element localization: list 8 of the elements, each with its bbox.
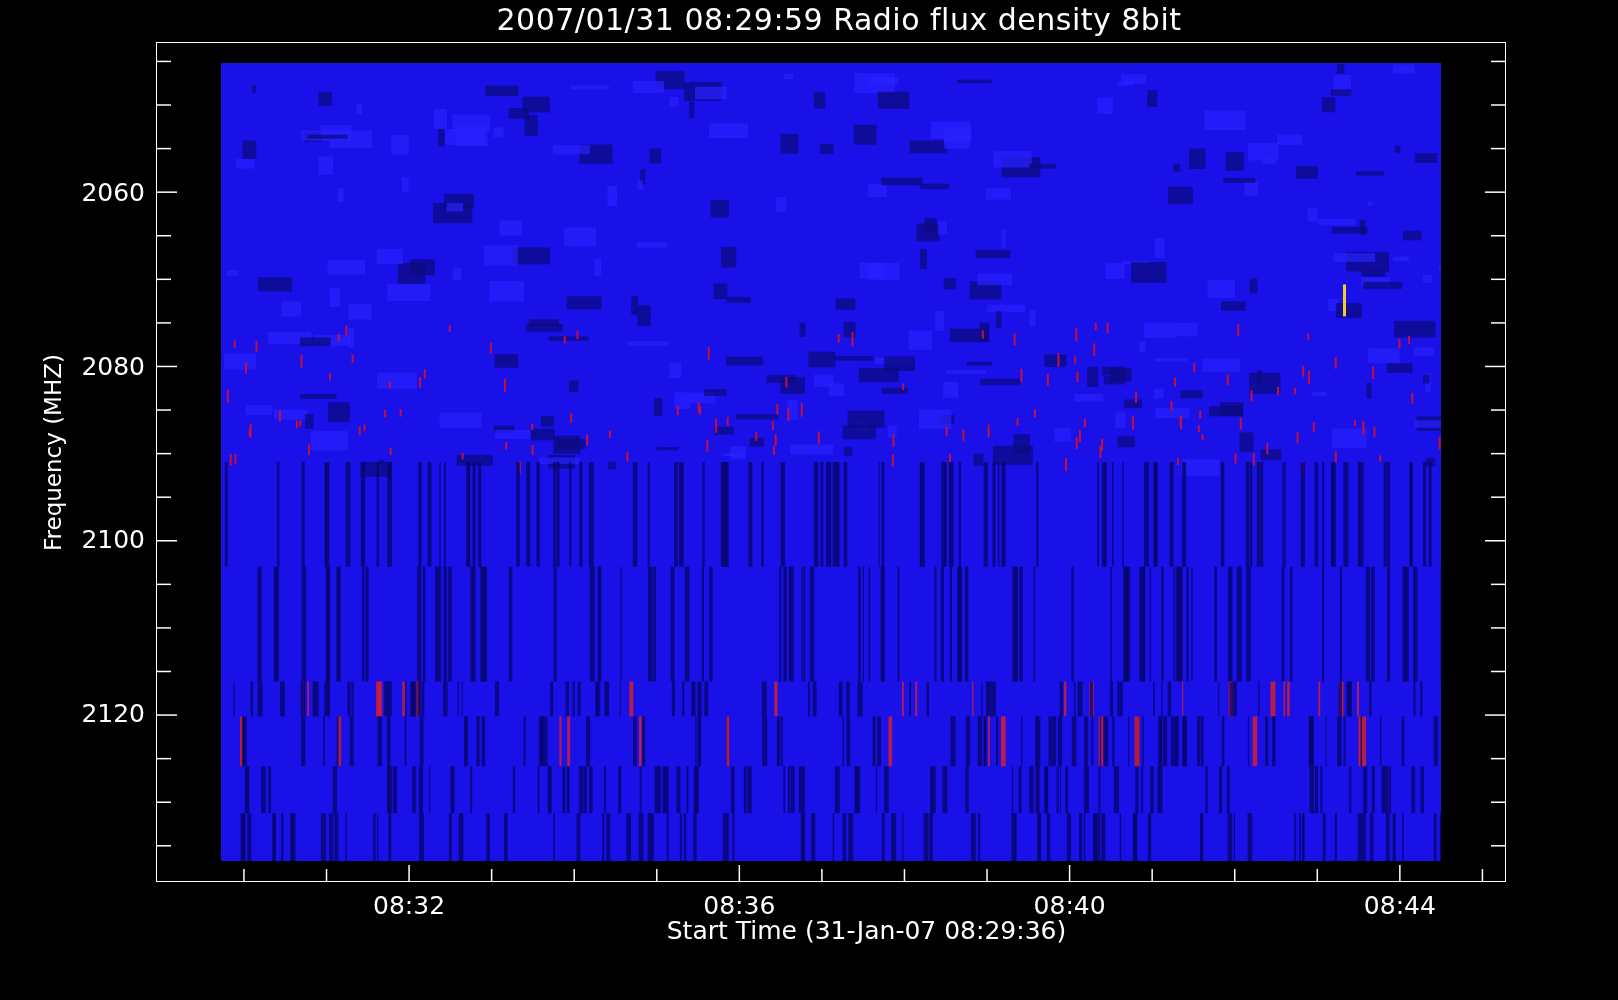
y-tick-label: 2120 bbox=[81, 698, 145, 728]
y-axis-label: Frequency (MHZ) bbox=[40, 353, 66, 551]
plot-title: 2007/01/31 08:29:59 Radio flux density 8bit bbox=[496, 1, 1182, 39]
y-tick-label: 2060 bbox=[81, 177, 145, 207]
x-tick-label: 08:32 bbox=[373, 891, 446, 920]
y-tick-label: 2100 bbox=[81, 524, 145, 554]
y-tick-label: 2080 bbox=[81, 351, 145, 381]
x-tick-label: 08:44 bbox=[1363, 891, 1436, 920]
